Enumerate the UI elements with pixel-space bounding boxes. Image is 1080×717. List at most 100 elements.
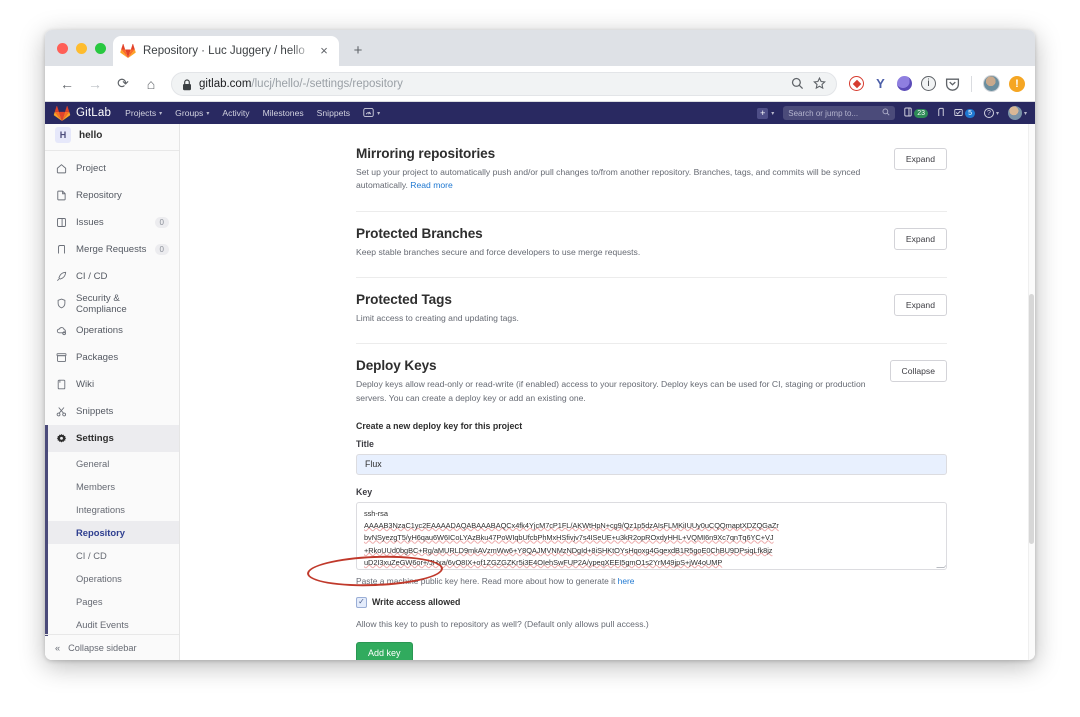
navbar-item-dashboard[interactable]: ▾: [363, 107, 380, 120]
browser-tab-strip: Repository · Luc Juggery / hello × +: [45, 30, 1035, 66]
info-extension-icon[interactable]: i: [921, 76, 936, 91]
issues-icon: [954, 108, 963, 119]
read-more-link[interactable]: Read more: [410, 180, 453, 190]
reload-button[interactable]: ⟳: [111, 72, 135, 96]
sidebar-subitem-ci-cd[interactable]: CI / CD: [45, 544, 179, 567]
sidebar-item-security-compliance-label: Security & Compliance: [76, 292, 127, 315]
bookmark-star-icon[interactable]: [813, 76, 826, 90]
collapse-deploy-keys-button[interactable]: Collapse: [889, 360, 947, 383]
search-icon[interactable]: [791, 77, 804, 90]
sidebar-subitem-audit-events[interactable]: Audit Events: [45, 613, 179, 636]
gitlab-logo-icon[interactable]: [53, 105, 71, 122]
sidebar-item-repository-label: Repository: [76, 190, 122, 201]
profile-warning-icon[interactable]: !: [1009, 75, 1025, 92]
section-description: Keep stable branches secure and force de…: [356, 246, 641, 257]
page-scrollbar[interactable]: [1028, 124, 1035, 660]
write-access-row[interactable]: ✓ Write access allowed: [356, 596, 947, 608]
write-access-description: Allow this key to push to repository as …: [356, 618, 649, 629]
lastpass-extension-icon[interactable]: [849, 76, 864, 91]
navbar-item-projects-label: Projects: [125, 108, 157, 118]
user-menu[interactable]: ▾: [1007, 106, 1027, 120]
expand-mirroring-button[interactable]: Expand: [893, 148, 947, 170]
scissors-icon: [55, 406, 68, 417]
key-line: AAAAB3NzaC1yc2EAAAADAQABAAABAQCx4fk4YjcM…: [364, 521, 779, 531]
project-header[interactable]: H hello: [45, 124, 179, 148]
section-title: Protected Tags: [356, 291, 452, 307]
navbar-item-snippets[interactable]: Snippets: [317, 108, 350, 118]
key-line: +RkoUUd0bgBC+Rg/aMURLD9mkAVzmWw6+Y8QAJMV…: [364, 545, 773, 555]
gitlab-search-input[interactable]: Search or jump to...: [783, 106, 896, 120]
expand-protected-branches-button[interactable]: Expand: [893, 227, 947, 250]
sidebar-subitem-general[interactable]: General: [45, 452, 179, 475]
expand-protected-tags-button[interactable]: Expand: [893, 293, 947, 316]
sidebar-item-project[interactable]: Project: [45, 155, 179, 182]
minimize-window-button[interactable]: [76, 43, 87, 54]
cloud-gear-icon: [55, 325, 68, 336]
sidebar-item-snippets-label: Snippets: [76, 406, 114, 417]
section-title: Mirroring repositories: [356, 146, 496, 161]
sidebar-subitem-members[interactable]: Members: [45, 475, 179, 498]
sidebar-item-security-compliance[interactable]: Security & Compliance: [45, 290, 179, 317]
pocket-extension-icon[interactable]: [945, 76, 960, 91]
navbar-item-milestones[interactable]: Milestones: [263, 108, 304, 118]
deploy-key-title-input[interactable]: Flux: [356, 453, 947, 475]
new-item-button[interactable]: + ▾: [757, 107, 774, 119]
sidebar-subitem-pages[interactable]: Pages: [45, 590, 179, 613]
write-access-checkbox[interactable]: ✓: [356, 596, 367, 608]
vimium-extension-icon[interactable]: Y: [873, 76, 888, 91]
sidebar-item-packages[interactable]: Packages: [45, 344, 179, 371]
generate-key-here-link[interactable]: here: [618, 576, 635, 586]
sidebar-item-snippets[interactable]: Snippets: [45, 398, 179, 425]
double-chevron-left-icon: «: [55, 642, 61, 653]
close-tab-button[interactable]: ×: [316, 43, 332, 59]
rocket-icon: [55, 271, 68, 282]
sidebar-subitem-repository[interactable]: Repository: [45, 521, 179, 544]
merge-requests-counter[interactable]: [937, 107, 945, 119]
merge-icon: [55, 244, 68, 255]
navbar-item-activity[interactable]: Activity: [222, 108, 249, 118]
navbar-item-groups[interactable]: Groups ▾: [175, 108, 209, 118]
help-menu[interactable]: ? ▾: [983, 108, 999, 118]
home-button[interactable]: ⌂: [139, 72, 163, 96]
sidebar-item-settings[interactable]: Settings: [45, 425, 179, 452]
add-key-button[interactable]: Add key: [356, 641, 413, 660]
forward-button[interactable]: →: [83, 72, 107, 96]
gitlab-application: GitLab Projects ▾ Groups ▾ Activity Mile…: [45, 102, 1035, 660]
gitlab-fox-icon: [120, 43, 136, 59]
address-bar[interactable]: gitlab.com/lucj/hello/-/settings/reposit…: [171, 71, 837, 96]
deploy-key-textarea[interactable]: ssh-rsa AAAAB3NzaC1yc2EAAAADAQABAAABAQCx…: [356, 501, 947, 570]
page-scrollbar-thumb[interactable]: [1029, 294, 1034, 544]
sidebar-item-ci-cd[interactable]: CI / CD: [45, 263, 179, 290]
address-bar-actions: [791, 76, 826, 90]
sidebar-item-issues[interactable]: Issues 0: [45, 209, 179, 236]
chevron-down-icon: ▾: [377, 110, 381, 117]
address-bar-url: gitlab.com/lucj/hello/-/settings/reposit…: [199, 78, 403, 90]
sidebar-item-merge-requests[interactable]: Merge Requests 0: [45, 236, 179, 263]
sidebar-item-repository[interactable]: Repository: [45, 182, 179, 209]
browser-tab[interactable]: Repository · Luc Juggery / hello ×: [113, 36, 339, 66]
gitlab-brand-label[interactable]: GitLab: [76, 107, 111, 119]
sidebar-item-operations[interactable]: Operations: [45, 317, 179, 344]
sidebar-item-ci-cd-label: CI / CD: [76, 271, 108, 282]
close-window-button[interactable]: [57, 43, 68, 54]
issues-counter[interactable]: 5: [954, 108, 975, 119]
document-icon: [55, 190, 68, 201]
navbar-right-group: + ▾ Search or jump to... 23 5 ? ▾ ▾: [757, 106, 1027, 120]
browser-profile-avatar[interactable]: [983, 75, 1000, 92]
issues-count-badge: 5: [965, 108, 975, 118]
shield-icon: [55, 298, 68, 309]
sidebar-subitem-operations[interactable]: Operations: [45, 567, 179, 590]
todos-counter[interactable]: 23: [904, 107, 929, 119]
maximize-window-button[interactable]: [95, 43, 106, 54]
navbar-item-projects[interactable]: Projects ▾: [125, 108, 162, 118]
navbar-item-groups-label: Groups: [175, 108, 204, 118]
new-tab-button[interactable]: +: [348, 41, 368, 61]
chevron-down-icon: ▾: [1023, 110, 1027, 117]
sidebar-item-wiki[interactable]: Wiki: [45, 371, 179, 398]
project-sidebar: H hello Project Repository Issues 0 Merg…: [45, 124, 180, 660]
globe-extension-icon[interactable]: [897, 76, 912, 91]
collapse-sidebar-button[interactable]: « Collapse sidebar: [45, 634, 179, 660]
url-domain: gitlab.com: [199, 77, 252, 90]
back-button[interactable]: ←: [55, 72, 79, 96]
sidebar-subitem-integrations[interactable]: Integrations: [45, 498, 179, 521]
